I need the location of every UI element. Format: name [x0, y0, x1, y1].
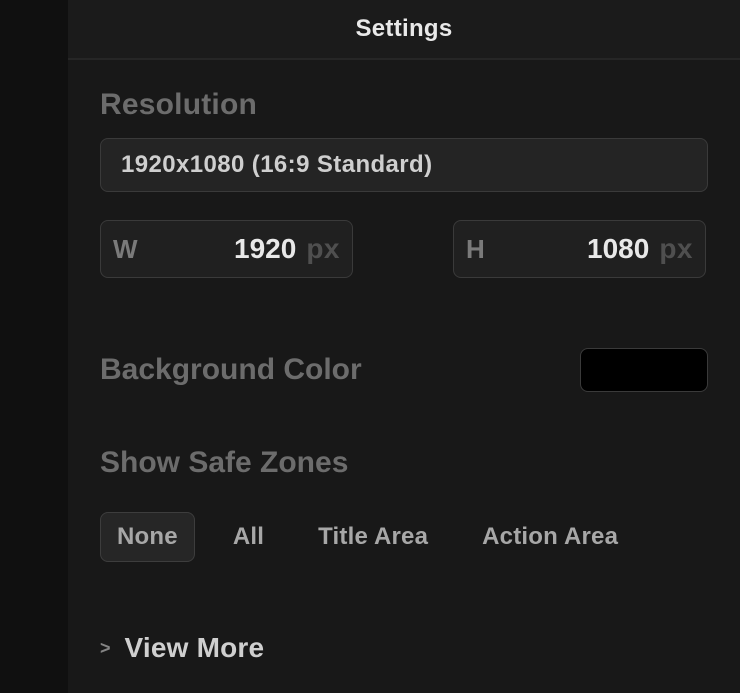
height-box: H px [453, 220, 706, 278]
safe-zone-action-area[interactable]: Action Area [466, 513, 634, 561]
panel-content: Resolution 1920x1080 (16:9 Standard) W p… [68, 60, 740, 693]
resolution-label: Resolution [100, 88, 708, 122]
panel-header: Settings [68, 0, 740, 60]
view-more-toggle[interactable]: > View More [100, 632, 708, 664]
resolution-select[interactable]: 1920x1080 (16:9 Standard) [100, 138, 708, 192]
width-box: W px [100, 220, 353, 278]
background-color-label: Background Color [100, 353, 362, 387]
safe-zone-none[interactable]: None [100, 512, 195, 562]
safe-zone-title-area[interactable]: Title Area [302, 513, 444, 561]
left-gutter [0, 0, 68, 693]
background-color-row: Background Color [100, 348, 708, 392]
width-unit: px [306, 233, 340, 265]
view-more-label: View More [125, 632, 265, 664]
settings-panel: Settings Resolution 1920x1080 (16:9 Stan… [68, 0, 740, 693]
height-unit: px [659, 233, 693, 265]
safe-zones-options: None All Title Area Action Area [100, 512, 708, 562]
height-label: H [466, 234, 494, 265]
height-input[interactable] [494, 233, 649, 265]
panel-title: Settings [355, 15, 452, 43]
width-input[interactable] [141, 233, 296, 265]
safe-zone-all[interactable]: All [217, 513, 280, 561]
background-color-swatch[interactable] [580, 348, 708, 392]
safe-zones-label: Show Safe Zones [100, 446, 708, 480]
width-label: W [113, 234, 141, 265]
dimension-row: W px H px [100, 220, 708, 278]
chevron-right-icon: > [100, 638, 111, 659]
safe-zones-section: Show Safe Zones None All Title Area Acti… [100, 446, 708, 562]
